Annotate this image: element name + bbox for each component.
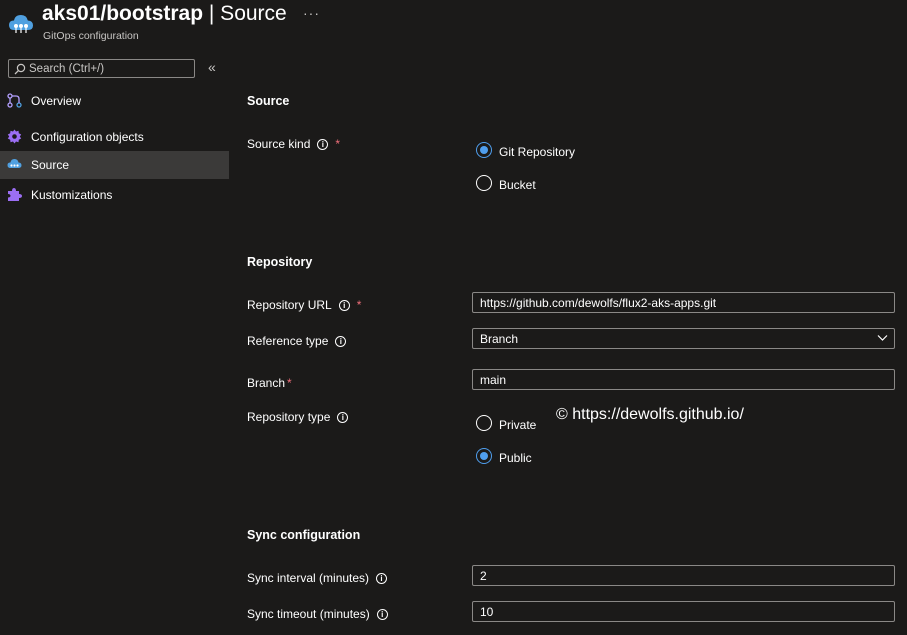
section-heading-sync: Sync configuration xyxy=(247,528,361,542)
required-marker: * xyxy=(287,376,292,390)
sync-interval-input[interactable] xyxy=(480,568,880,583)
page-title-resource: aks01/bootstrap xyxy=(42,2,204,25)
branch-input[interactable] xyxy=(480,372,880,387)
info-icon[interactable]: i xyxy=(338,300,350,311)
info-icon[interactable]: i xyxy=(337,412,349,423)
sidebar-item-source[interactable]: Source xyxy=(0,151,229,179)
sidebar-item-label: Source xyxy=(31,158,70,172)
reference-type-label: Reference type i xyxy=(247,334,347,348)
page-title: aks01/bootstrap | Source xyxy=(42,2,287,26)
more-options-button[interactable]: ··· xyxy=(303,5,320,21)
radio-label-public[interactable]: Public xyxy=(499,451,532,465)
reference-type-label-text: Reference type xyxy=(247,334,329,348)
search-icon xyxy=(14,63,26,75)
sync-timeout-label-text: Sync timeout (minutes) xyxy=(247,607,370,621)
collapse-sidebar-button[interactable]: « xyxy=(208,59,216,75)
sync-timeout-label: Sync timeout (minutes) i xyxy=(247,607,388,621)
reference-type-dropdown[interactable]: Branch xyxy=(472,328,895,349)
sidebar-item-label: Overview xyxy=(31,94,82,108)
repository-type-label-text: Repository type xyxy=(247,410,331,424)
repository-type-label: Repository type i xyxy=(247,410,349,424)
page-title-section: | Source xyxy=(203,2,287,25)
sidebar-item-kustomizations[interactable]: Kustomizations xyxy=(0,181,229,209)
section-heading-source: Source xyxy=(247,94,290,108)
repository-url-field[interactable] xyxy=(472,292,895,313)
branch-field[interactable] xyxy=(472,369,895,390)
repository-url-label-text: Repository URL xyxy=(247,298,332,312)
chevron-down-icon xyxy=(877,335,888,341)
cloud-icon xyxy=(9,15,33,33)
sync-interval-label: Sync interval (minutes) i xyxy=(247,571,388,585)
source-kind-label-text: Source kind xyxy=(247,137,311,151)
radio-label-private[interactable]: Private xyxy=(499,418,536,432)
info-icon[interactable]: i xyxy=(376,573,388,584)
repository-url-input[interactable] xyxy=(480,295,880,310)
source-kind-label: Source kind i * xyxy=(247,137,340,151)
watermark-text: © https://dewolfs.github.io/ xyxy=(556,406,744,423)
info-icon[interactable]: i xyxy=(335,336,347,347)
radio-git-repository[interactable] xyxy=(476,142,492,158)
branch-label-text: Branch xyxy=(247,376,286,390)
sync-timeout-field[interactable] xyxy=(472,601,895,622)
gear-icon xyxy=(7,129,22,144)
sidebar-item-overview[interactable]: Overview xyxy=(0,87,229,115)
info-icon[interactable]: i xyxy=(317,139,329,150)
cloud-icon xyxy=(7,159,22,168)
branch-label: Branch * xyxy=(247,376,292,390)
sync-interval-field[interactable] xyxy=(472,565,895,586)
radio-label-git-repository[interactable]: Git Repository xyxy=(499,145,575,159)
sidebar-item-configuration-objects[interactable]: Configuration objects xyxy=(0,123,229,151)
required-marker: * xyxy=(335,137,341,151)
radio-bucket[interactable] xyxy=(476,175,492,191)
radio-private[interactable] xyxy=(476,415,492,431)
sync-interval-label-text: Sync interval (minutes) xyxy=(247,571,370,585)
radio-public[interactable] xyxy=(476,448,492,464)
radio-label-bucket[interactable]: Bucket xyxy=(499,178,536,192)
search-box[interactable] xyxy=(8,59,195,78)
sidebar-item-label: Kustomizations xyxy=(31,188,113,202)
sync-timeout-input[interactable] xyxy=(480,604,880,619)
puzzle-icon xyxy=(8,188,22,201)
sidebar-item-label: Configuration objects xyxy=(31,130,144,144)
repository-url-label: Repository URL i * xyxy=(247,298,361,312)
reference-type-value: Branch xyxy=(480,332,519,346)
page-subtitle: GitOps configuration xyxy=(43,30,139,42)
overview-icon xyxy=(7,93,22,108)
required-marker: * xyxy=(356,298,362,312)
search-input[interactable] xyxy=(29,61,189,76)
info-icon[interactable]: i xyxy=(376,609,388,620)
section-heading-repository: Repository xyxy=(247,255,313,269)
